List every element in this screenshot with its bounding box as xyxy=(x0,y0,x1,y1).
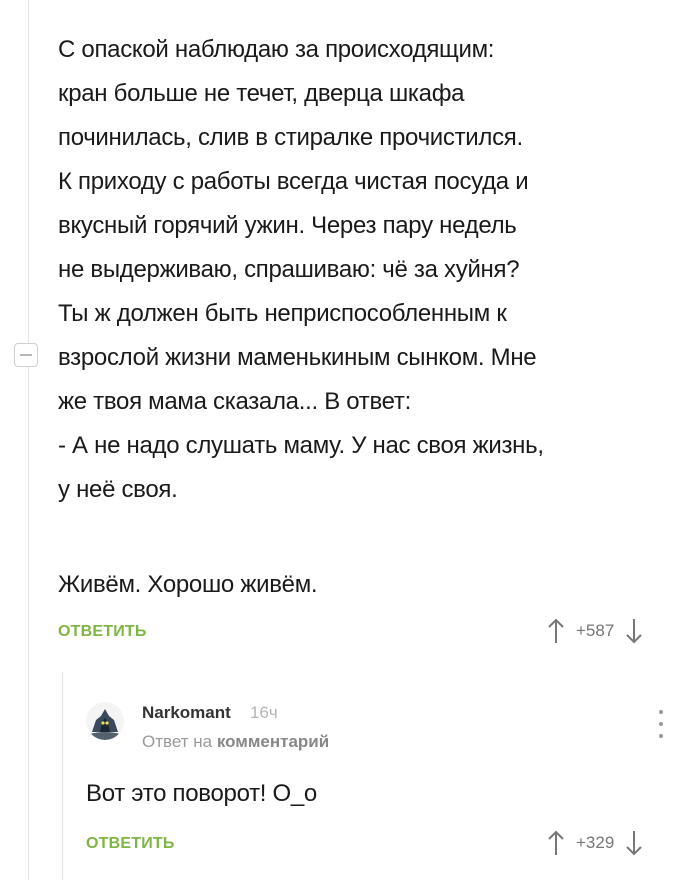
upvote-icon[interactable] xyxy=(546,829,566,857)
comment-line: - А не надо слушать маму. У нас своя жиз… xyxy=(58,432,544,459)
comment-line: же твоя мама сказала... В ответ: xyxy=(58,388,411,415)
rating-value: +329 xyxy=(576,833,615,852)
reply-context: Ответ на комментарий xyxy=(142,732,329,752)
more-options-icon[interactable] xyxy=(654,706,668,742)
reply-context-prefix: Ответ на xyxy=(142,732,213,751)
reply-context-link[interactable]: комментарий xyxy=(217,732,329,751)
reply-time: 16ч xyxy=(250,703,278,722)
rating-value: +587 xyxy=(576,621,615,640)
reply-author[interactable]: Narkomant xyxy=(142,703,231,723)
comment-rating: +587 xyxy=(546,617,644,645)
nested-thread-line xyxy=(62,672,63,880)
collapse-icon[interactable] xyxy=(14,343,38,367)
reply-button[interactable]: ОТВЕТИТЬ xyxy=(58,623,147,641)
comment-line: Ты ж должен быть неприспособленным к xyxy=(58,300,507,327)
downvote-icon[interactable] xyxy=(624,617,644,645)
thread-line xyxy=(28,0,29,880)
comment-line: починилась, слив в стиралке прочистился. xyxy=(58,124,523,151)
comment-line: вкусный горячий ужин. Через пару недель xyxy=(58,212,517,239)
avatar[interactable] xyxy=(86,702,124,740)
comment-line: у неё своя. xyxy=(58,476,178,503)
comment-line: К приходу с работы всегда чистая посуда … xyxy=(58,168,529,195)
reply-body: Вот это поворот! О_о xyxy=(86,780,317,807)
reply-rating: +329 xyxy=(546,829,644,857)
comment-line: кран больше не течет, дверца шкафа xyxy=(58,80,465,107)
comment-line: С опаской наблюдаю за происходящим: xyxy=(58,36,495,63)
comment-line: не выдерживаю, спрашиваю: чё за хуйня? xyxy=(58,256,520,283)
comment-body: С опаской наблюдаю за происходящим: кран… xyxy=(58,28,688,512)
upvote-icon[interactable] xyxy=(546,617,566,645)
comment-closing: Живём. Хорошо живём. xyxy=(58,571,318,598)
nested-reply-button[interactable]: ОТВЕТИТЬ xyxy=(86,835,175,853)
downvote-icon[interactable] xyxy=(624,829,644,857)
comment-line: взрослой жизни маменькиным сынком. Мне xyxy=(58,344,537,371)
